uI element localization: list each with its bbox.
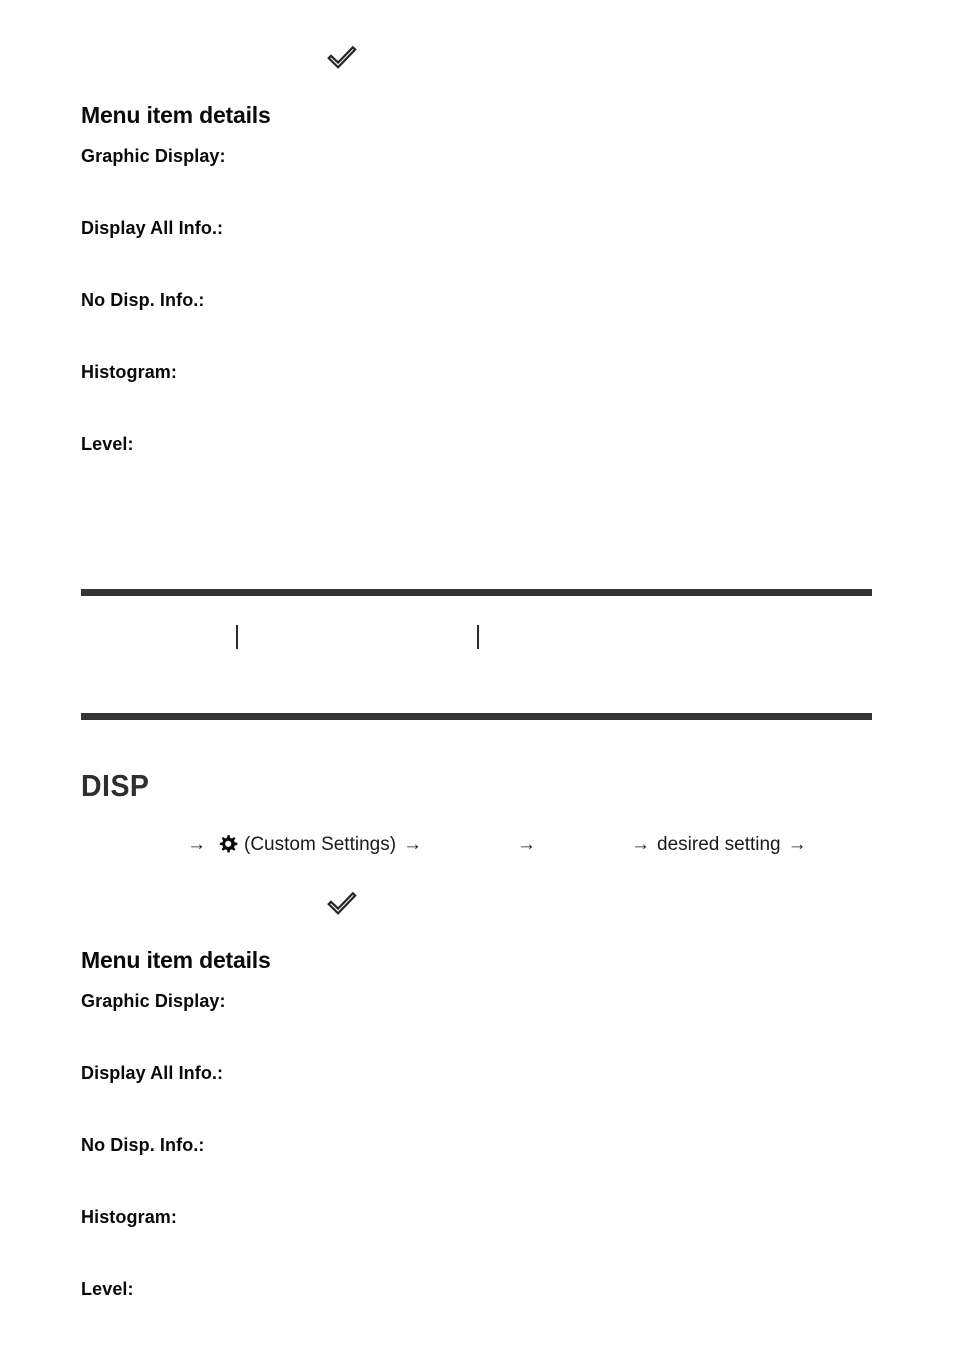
item-label-display-all-info: Display All Info.: <box>81 218 224 238</box>
section-heading-menu-item-details: Menu item details <box>81 102 271 128</box>
menu-path-arrow-4: → <box>631 834 651 855</box>
section-divider-rule-top <box>81 589 872 596</box>
nav-separator-2 <box>477 625 479 649</box>
menu-path-arrow-3: → <box>517 834 537 855</box>
item-label-graphic-display: Graphic Display: <box>81 146 226 166</box>
section-divider-rule-bottom <box>81 713 872 720</box>
menu-path-breadcrumb: → (Custom Settings) → → → desired settin… <box>186 831 808 859</box>
item-label-no-disp-info-lower: No Disp. Info.: <box>81 1135 205 1155</box>
disp-wordmark: DISP <box>81 768 150 803</box>
gear-icon <box>216 834 239 857</box>
item-label-no-disp-info: No Disp. Info.: <box>81 290 205 310</box>
item-label-level-lower: Level: <box>81 1279 134 1299</box>
menu-path-arrow-5: → <box>787 834 807 855</box>
navigation-row <box>81 620 872 656</box>
document-page: Menu item details Graphic Display: Displ… <box>0 0 954 1351</box>
menu-path-arrow-1: → <box>187 834 206 855</box>
item-label-histogram-lower: Histogram: <box>81 1207 178 1227</box>
item-label-display-all-info-lower: Display All Info.: <box>81 1063 224 1083</box>
item-label-histogram: Histogram: <box>81 362 178 382</box>
item-label-level: Level: <box>81 434 134 454</box>
menu-path-arrow-2: → <box>403 834 423 855</box>
nav-separator-1 <box>236 625 238 649</box>
check-mark-icon <box>325 42 359 76</box>
menu-path-desired-setting-label: desired setting <box>657 834 781 855</box>
menu-path-custom-settings-label: (Custom Settings) <box>244 834 397 855</box>
section-heading-menu-item-details-lower: Menu item details <box>81 947 271 973</box>
check-mark-icon-lower <box>325 888 359 922</box>
item-label-graphic-display-lower: Graphic Display: <box>81 991 226 1011</box>
